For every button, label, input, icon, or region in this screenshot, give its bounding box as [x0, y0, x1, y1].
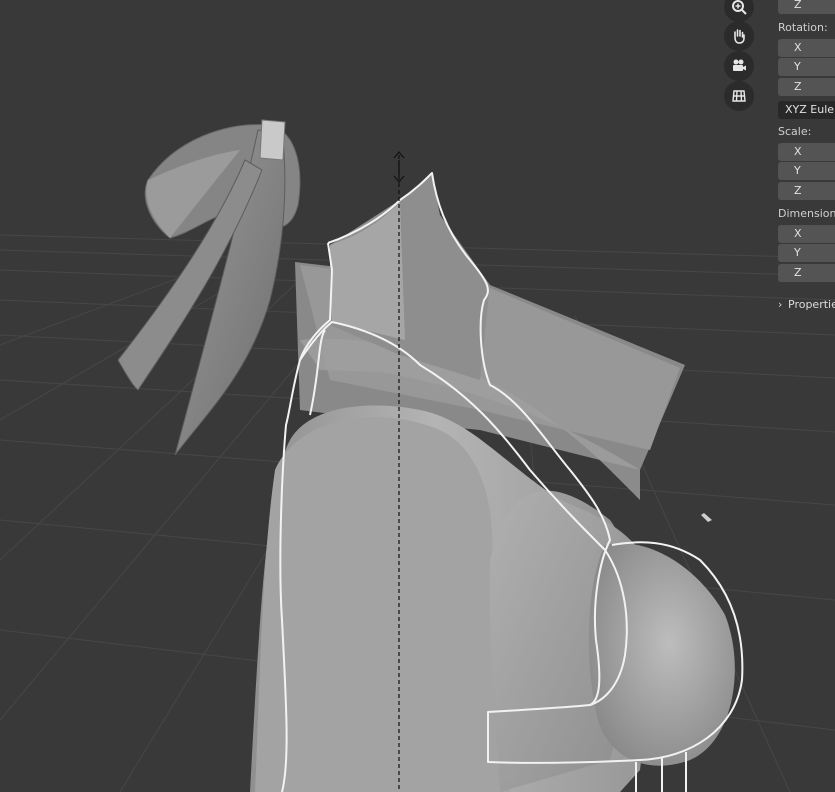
floor-marker — [701, 513, 712, 522]
dimensions-z-field[interactable]: Z — [778, 264, 835, 282]
scale-z-field[interactable]: Z — [778, 182, 835, 200]
dimensions-label: Dimensions — [778, 207, 835, 220]
scale-x-field[interactable]: X — [778, 143, 835, 161]
rotation-label: Rotation: — [778, 21, 828, 34]
chevron-right-icon: › — [778, 298, 783, 311]
camera-icon[interactable] — [724, 51, 754, 81]
hand-pan-icon[interactable] — [724, 21, 754, 51]
dimensions-y-field[interactable]: Y — [778, 244, 835, 262]
grid-ortho-icon[interactable] — [724, 81, 754, 111]
transform-panel: Z Rotation: X Y Z XYZ Euler Scale: X Y Z… — [772, 0, 835, 320]
3d-viewport[interactable] — [0, 0, 835, 792]
scale-y-field[interactable]: Y — [778, 162, 835, 180]
rotation-x-field[interactable]: X — [778, 39, 835, 57]
properties-label: Propertie — [788, 298, 835, 311]
scale-label: Scale: — [778, 125, 812, 138]
properties-section-toggle[interactable]: › Propertie — [778, 298, 835, 311]
rotation-z-field[interactable]: Z — [778, 78, 835, 96]
location-z-field[interactable]: Z — [778, 0, 835, 14]
ribbon-mesh — [117, 119, 301, 456]
rotation-y-field[interactable]: Y — [778, 58, 835, 76]
dimensions-x-field[interactable]: X — [778, 225, 835, 243]
rotation-mode-dropdown[interactable]: XYZ Euler — [778, 101, 835, 119]
